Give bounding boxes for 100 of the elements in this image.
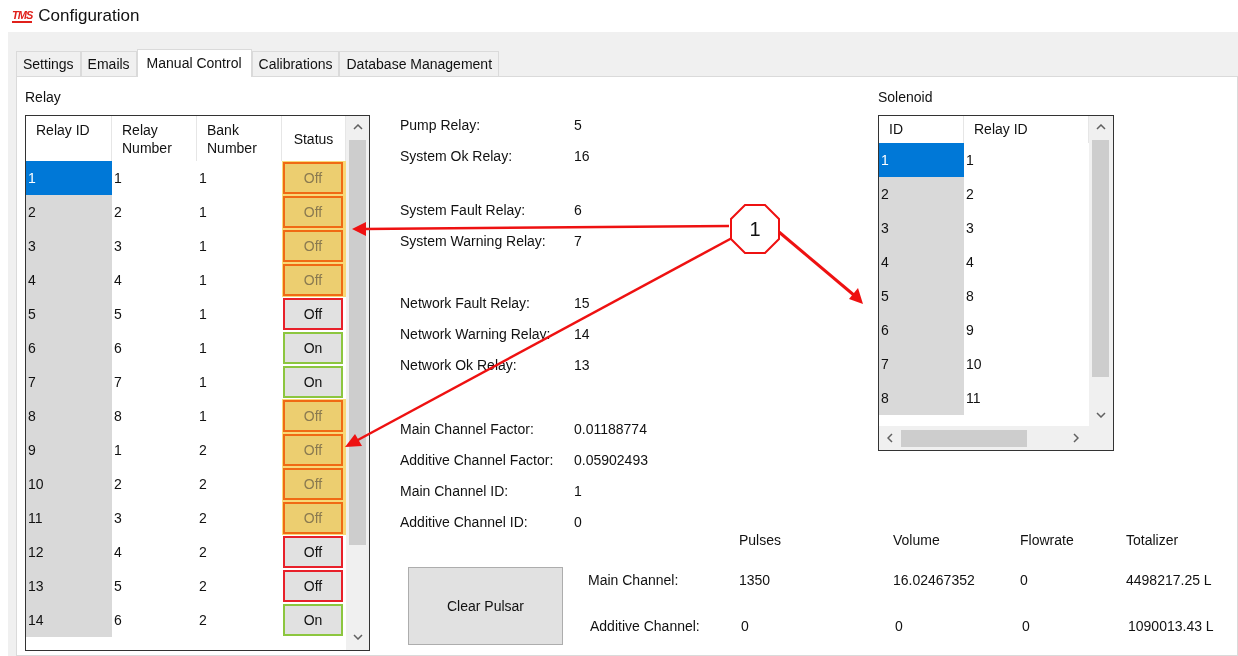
- scrollbar[interactable]: [346, 116, 369, 650]
- table-cell-text: 1: [198, 270, 208, 290]
- scrollbar-thumb[interactable]: [901, 429, 1027, 447]
- field-value: 0.01188774: [574, 420, 647, 439]
- table-cell-text: 1: [198, 406, 208, 426]
- scroll-left-icon[interactable]: [887, 433, 893, 443]
- status-button[interactable]: On: [283, 604, 343, 636]
- field-value: 5: [574, 116, 582, 135]
- table-cell-text: 2: [198, 508, 208, 528]
- table-cell-text: 6: [113, 610, 123, 630]
- row-header[interactable]: 3: [879, 211, 964, 245]
- table-cell-text: 5: [113, 576, 123, 596]
- status-button[interactable]: On: [283, 366, 343, 398]
- row-header[interactable]: 9: [26, 433, 112, 467]
- field-value: 0: [1022, 616, 1031, 636]
- field-value: 6: [574, 201, 582, 220]
- field-value: 7: [574, 232, 582, 251]
- tab[interactable]: Database Management: [339, 51, 500, 76]
- table-cell-text: 2: [198, 542, 208, 562]
- table-cell-text: 1: [198, 236, 208, 256]
- row-header[interactable]: 4: [879, 245, 964, 279]
- row-header[interactable]: 2: [26, 195, 112, 229]
- field-value: 16: [574, 147, 590, 166]
- row-header[interactable]: 7: [26, 365, 112, 399]
- table-cell-text: 3: [965, 218, 975, 238]
- row-header[interactable]: 1: [26, 161, 112, 195]
- tab[interactable]: Settings: [16, 51, 81, 76]
- field-value: 13: [574, 356, 590, 375]
- table-cell-text: 1: [198, 202, 208, 222]
- field-value: 15: [574, 294, 590, 313]
- status-button[interactable]: Off: [283, 536, 343, 568]
- field-value: 0: [895, 616, 904, 636]
- row-header[interactable]: 14: [26, 603, 112, 637]
- table-cell-text: 2: [113, 202, 123, 222]
- field-label: Pump Relay:: [400, 116, 482, 135]
- scroll-down-icon[interactable]: [352, 634, 363, 640]
- row-header[interactable]: 12: [26, 535, 112, 569]
- table-cell-text: 3: [113, 236, 123, 256]
- field-label: Additive Channel:: [590, 616, 701, 636]
- scrollbar-thumb[interactable]: [1092, 140, 1109, 377]
- group-label: Relay: [25, 88, 62, 107]
- table-cell-text: 10: [965, 354, 983, 374]
- table-cell-text: 11: [965, 388, 982, 408]
- status-button[interactable]: On: [283, 332, 343, 364]
- field-value: 0: [741, 616, 750, 636]
- row-header[interactable]: 11: [26, 501, 112, 535]
- field-label: Main Channel Factor:: [400, 420, 535, 439]
- field-value: 0: [1020, 570, 1029, 590]
- row-header[interactable]: 6: [879, 313, 964, 347]
- tab[interactable]: Emails: [80, 51, 137, 76]
- row-header[interactable]: 1: [879, 143, 964, 177]
- scroll-down-icon[interactable]: [1095, 412, 1106, 418]
- field-label: System Fault Relay:: [400, 201, 527, 220]
- field-label: Network Warning Relay:: [400, 325, 552, 344]
- row-header[interactable]: 8: [26, 399, 112, 433]
- status-button[interactable]: Off: [283, 298, 343, 330]
- scroll-up-icon[interactable]: [1095, 124, 1106, 130]
- table-cell-text: 3: [113, 508, 123, 528]
- clear-pulsar-button[interactable]: Clear Pulsar: [408, 567, 563, 645]
- field-label: System Warning Relay:: [400, 232, 547, 251]
- table-cell-text: 4: [113, 542, 123, 562]
- row-header[interactable]: 8: [879, 381, 964, 415]
- row-header[interactable]: 7: [879, 347, 964, 381]
- scroll-right-icon[interactable]: [1073, 433, 1079, 443]
- scroll-up-icon[interactable]: [352, 124, 363, 130]
- table-cell-text: 4: [965, 252, 975, 272]
- table-cell-text: 5: [113, 304, 123, 324]
- table-cell-text: 9: [965, 320, 975, 340]
- row-header[interactable]: 6: [26, 331, 112, 365]
- table-cell-text: 1: [198, 168, 208, 188]
- tab[interactable]: Manual Control: [136, 49, 252, 77]
- row-header[interactable]: 5: [26, 297, 112, 331]
- row-header[interactable]: 4: [26, 263, 112, 297]
- row-header[interactable]: 13: [26, 569, 112, 603]
- table-cell-text: 1: [113, 168, 123, 188]
- field-label: Main Channel ID:: [400, 482, 510, 501]
- scrollbar-thumb[interactable]: [349, 140, 366, 545]
- field-label: Additive Channel Factor:: [400, 451, 555, 470]
- row-header[interactable]: 3: [26, 229, 112, 263]
- window-title: Configuration: [38, 5, 140, 28]
- table-cell-text: 2: [198, 440, 208, 460]
- field-label: System Ok Relay:: [400, 147, 514, 166]
- field-value: 4498217.25 L: [1126, 570, 1213, 590]
- column-header: Pulses: [739, 530, 783, 550]
- row-header[interactable]: 2: [879, 177, 964, 211]
- row-header[interactable]: 10: [26, 467, 112, 501]
- table-cell-text: 2: [113, 474, 123, 494]
- field-value: 14: [574, 325, 590, 344]
- table-cell-text: 1: [198, 372, 208, 392]
- table-cell-text: 6: [113, 338, 123, 358]
- table-cell-text: 8: [965, 286, 975, 306]
- row-header[interactable]: 5: [879, 279, 964, 313]
- app-logo: TMS: [12, 9, 33, 23]
- field-value: 1350: [739, 570, 772, 590]
- tab[interactable]: Calibrations: [251, 51, 340, 76]
- status-button[interactable]: Off: [283, 570, 343, 602]
- field-value: 0: [574, 513, 582, 532]
- field-value: 16.02467352: [893, 570, 976, 590]
- field-label: Main Channel:: [588, 570, 680, 590]
- table-cell-text: 2: [198, 610, 208, 630]
